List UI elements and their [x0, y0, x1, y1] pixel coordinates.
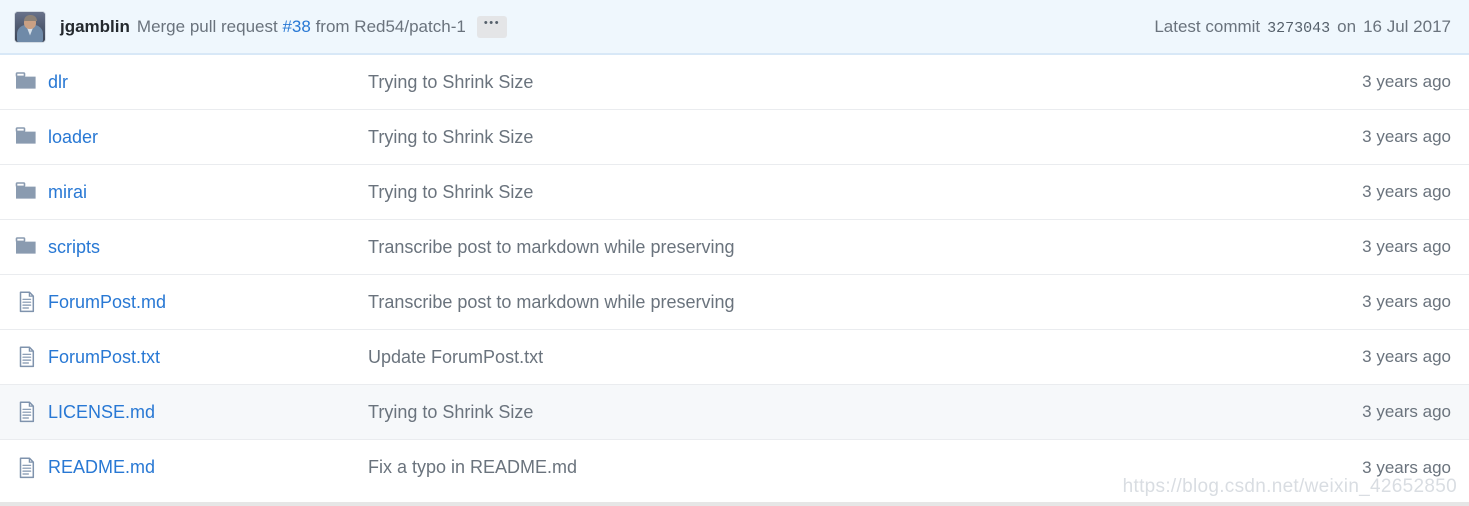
repository-file-browser: jgamblin Merge pull request #38 from Red…	[0, 0, 1469, 506]
file-name-link[interactable]: ForumPost.md	[48, 292, 368, 313]
commit-age-cell: 3 years ago	[1362, 127, 1451, 146]
file-name-link[interactable]: scripts	[48, 237, 368, 258]
file-icon	[0, 291, 48, 313]
commit-message-cell[interactable]: Trying to Shrink Size	[368, 127, 1259, 148]
commit-message-cell[interactable]: Transcribe post to markdown while preser…	[368, 237, 1259, 258]
file-name-link[interactable]: mirai	[48, 182, 368, 203]
avatar[interactable]	[14, 10, 46, 43]
commit-age-cell: 3 years ago	[1362, 457, 1451, 477]
latest-commit-header: jgamblin Merge pull request #38 from Red…	[0, 0, 1469, 55]
commit-message-cell[interactable]: Trying to Shrink Size	[368, 72, 1259, 93]
file-icon	[0, 456, 48, 479]
expand-commit-message-button[interactable]: •••	[476, 15, 508, 38]
latest-commit-info: Latest commit 3273043 on 16 Jul 2017	[1154, 17, 1451, 37]
commit-date-prefix: on	[1337, 16, 1357, 36]
file-list: dlr Trying to Shrink Size 3 years ago loade…	[0, 55, 1469, 495]
table-row[interactable]: scripts Transcribe post to markdown while…	[0, 220, 1469, 275]
table-row[interactable]: mirai Trying to Shrink Size 3 years ago	[0, 165, 1469, 220]
table-row[interactable]: README.md Fix a typo in README.md 3 years …	[0, 440, 1469, 495]
table-row[interactable]: dlr Trying to Shrink Size 3 years ago	[0, 55, 1469, 110]
commit-age-cell: 3 years ago	[1362, 237, 1451, 256]
table-row[interactable]: ForumPost.md Transcribe post to markdown …	[0, 275, 1469, 330]
commit-message-cell[interactable]: Update ForumPost.txt	[368, 347, 1259, 368]
commit-sha-link[interactable]: 3273043	[1267, 20, 1330, 37]
file-name-link[interactable]: dlr	[48, 72, 368, 93]
ellipsis-icon: •••	[483, 17, 501, 29]
table-row[interactable]: LICENSE.md Trying to Shrink Size 3 years a…	[0, 385, 1469, 440]
latest-commit-label: Latest commit	[1154, 16, 1261, 36]
commit-message: Merge pull request #38 from Red54/patch-…	[137, 17, 466, 37]
commit-age-cell: 3 years ago	[1362, 347, 1451, 366]
commit-age-cell: 3 years ago	[1362, 292, 1451, 311]
folder-icon	[0, 127, 48, 147]
pull-request-link[interactable]: #38	[282, 17, 310, 36]
folder-icon	[0, 72, 48, 92]
commit-age-cell: 3 years ago	[1362, 402, 1451, 421]
file-icon	[0, 401, 48, 423]
commit-message-prefix: Merge pull request	[136, 16, 278, 36]
commit-message-suffix: from Red54/patch-1	[315, 16, 466, 36]
commit-date: 16 Jul 2017	[1363, 16, 1451, 36]
file-icon	[0, 346, 48, 368]
commit-message-cell[interactable]: Trying to Shrink Size	[368, 182, 1259, 203]
file-name-link[interactable]: loader	[48, 127, 368, 148]
folder-icon	[0, 182, 48, 202]
commit-age-cell: 3 years ago	[1362, 182, 1451, 201]
file-name-link[interactable]: README.md	[48, 457, 368, 478]
file-name-link[interactable]: ForumPost.txt	[48, 347, 368, 368]
table-row[interactable]: loader Trying to Shrink Size 3 years ago	[0, 110, 1469, 165]
commit-author-link[interactable]: jgamblin	[60, 17, 130, 37]
avatar-hair	[23, 14, 37, 21]
commit-message-cell[interactable]: Fix a typo in README.md	[368, 457, 1259, 478]
commit-age-cell: 3 years ago	[1362, 72, 1451, 91]
folder-icon	[0, 237, 48, 257]
commit-message-cell[interactable]: Trying to Shrink Size	[368, 402, 1259, 423]
commit-message-cell[interactable]: Transcribe post to markdown while preser…	[368, 292, 1259, 313]
table-row[interactable]: ForumPost.txt Update ForumPost.txt 3 years…	[0, 330, 1469, 385]
file-name-link[interactable]: LICENSE.md	[48, 402, 368, 423]
